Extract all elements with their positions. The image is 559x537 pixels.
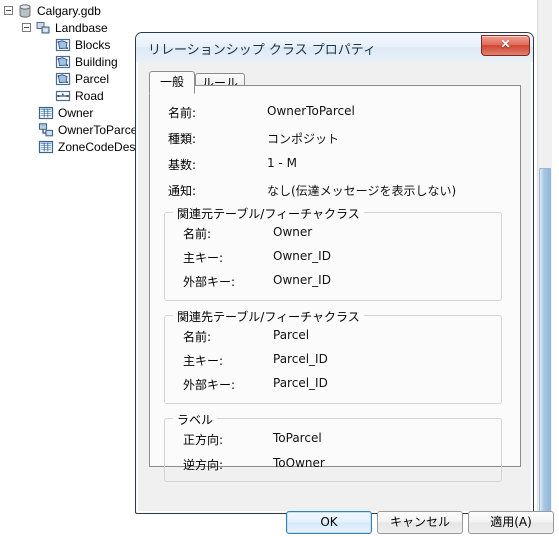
destination-label-name: 名前: [183, 330, 212, 344]
ok-button[interactable]: OK [286, 511, 372, 534]
origin-label-foreign-key: 外部キー: [183, 275, 236, 289]
origin-table-groupbox: 関連元テーブル/フィーチャクラス 名前: Owner 主キー: Owner_ID… [164, 205, 502, 301]
tree-item-label: Calgary.gdb [37, 3, 101, 18]
destination-table-groupbox: 関連先テーブル/フィーチャクラス 名前: Parcel 主キー: Parcel_… [164, 308, 502, 404]
apply-button[interactable]: 適用(A) [468, 511, 554, 534]
label-row-backward: 逆方向: ToOwner [165, 456, 501, 474]
tab-general[interactable]: 一般 [149, 71, 195, 94]
field-row-name: 名前: OwnerToParcel [150, 104, 520, 122]
origin-value-primary-key: Owner_ID [273, 249, 331, 263]
field-value-name: OwnerToParcel [267, 104, 355, 118]
label-value-forward: ToParcel [273, 431, 322, 445]
dialog-titlebar[interactable]: リレーションシップ クラス プロパティ ✕ [136, 33, 533, 62]
field-label-type: 種類: [168, 132, 197, 146]
label-group-title: ラベル [173, 411, 218, 428]
polygon-feature-class-icon [55, 37, 71, 53]
window-vertical-scrollbar[interactable] [537, 0, 553, 522]
origin-table-group-title: 関連元テーブル/フィーチャクラス [173, 205, 364, 222]
field-row-notification: 通知: なし(伝達メッセージを表示しない) [150, 182, 520, 200]
window-right-border [552, 0, 559, 522]
field-label-notification: 通知: [168, 184, 197, 198]
field-row-type: 種類: コンポジット [150, 130, 520, 148]
tree-item-road[interactable]: Road [55, 87, 104, 104]
expander-collapse-icon[interactable] [4, 6, 13, 15]
close-glyph: ✕ [500, 37, 511, 51]
field-label-name: 名前: [168, 106, 197, 120]
origin-row-foreign-key: 外部キー: Owner_ID [165, 273, 501, 291]
field-label-cardinality: 基数: [168, 158, 197, 172]
destination-value-foreign-key: Parcel_ID [273, 376, 328, 390]
field-value-notification: なし(伝達メッセージを表示しない) [267, 184, 457, 198]
table-icon [38, 105, 54, 121]
destination-table-group-title: 関連先テーブル/フィーチャクラス [173, 308, 364, 325]
field-value-cardinality: 1 - M [267, 156, 297, 170]
origin-row-name: 名前: Owner [165, 225, 501, 243]
close-icon[interactable]: ✕ [481, 35, 530, 56]
scrollbar-thumb[interactable] [539, 168, 551, 522]
destination-row-name: 名前: Parcel [165, 328, 501, 346]
line-feature-class-icon [55, 88, 71, 104]
polygon-feature-class-icon [55, 54, 71, 70]
tree-item-landbase[interactable]: Landbase [22, 19, 108, 36]
origin-value-name: Owner [273, 225, 313, 239]
expander-collapse-icon[interactable] [22, 23, 31, 32]
destination-row-primary-key: 主キー: Parcel_ID [165, 352, 501, 370]
label-label-forward: 正方向: [183, 433, 224, 447]
dialog-title: リレーションシップ クラス プロパティ [148, 43, 376, 58]
destination-row-foreign-key: 外部キー: Parcel_ID [165, 376, 501, 394]
dialog-button-bar: OK キャンセル 適用(A) [143, 507, 554, 537]
tree-item-calgary-gdb[interactable]: Calgary.gdb [4, 2, 101, 19]
table-icon [38, 139, 54, 155]
field-row-cardinality: 基数: 1 - M [150, 156, 520, 174]
tree-item-building[interactable]: Building [55, 53, 118, 70]
tree-item-label: Building [75, 54, 118, 69]
origin-value-foreign-key: Owner_ID [273, 273, 331, 287]
tree-item-blocks[interactable]: Blocks [55, 36, 110, 53]
tree-item-label: Road [75, 88, 104, 103]
relationship-class-icon [38, 122, 54, 138]
tree-item-zonecodedesc[interactable]: ZoneCodeDesc [38, 138, 141, 155]
destination-value-name: Parcel [273, 328, 310, 342]
tree-item-parcel[interactable]: Parcel [55, 70, 109, 87]
destination-label-primary-key: 主キー: [183, 354, 224, 368]
dialog-content-surface: 一般 ルール 名前: OwnerToParcel 種類: コンポジット 基数: … [143, 63, 527, 507]
origin-row-primary-key: 主キー: Owner_ID [165, 249, 501, 267]
relationship-class-properties-dialog: リレーションシップ クラス プロパティ ✕ 一般 ルール 名前: OwnerTo… [135, 32, 554, 534]
origin-label-primary-key: 主キー: [183, 251, 224, 265]
destination-label-foreign-key: 外部キー: [183, 378, 236, 392]
tree-item-label: Blocks [75, 37, 111, 52]
polygon-feature-class-icon [55, 71, 71, 87]
tree-item-label: ZoneCodeDesc [58, 139, 142, 154]
tree-item-label: Owner [58, 105, 94, 120]
field-value-type: コンポジット [267, 132, 340, 146]
tree-item-owner[interactable]: Owner [38, 104, 93, 121]
feature-dataset-icon [35, 20, 51, 36]
label-groupbox: ラベル 正方向: ToParcel 逆方向: ToOwner [164, 411, 502, 482]
tree-item-label: OwnerToParcel [58, 122, 141, 137]
tab-page-general: 名前: OwnerToParcel 種類: コンポジット 基数: 1 - M 通… [149, 85, 521, 482]
label-row-forward: 正方向: ToParcel [165, 431, 501, 449]
geodatabase-icon [17, 3, 33, 19]
label-value-backward: ToOwner [273, 456, 325, 470]
destination-value-primary-key: Parcel_ID [273, 352, 328, 366]
label-label-backward: 逆方向: [183, 458, 224, 472]
tree-item-label: Parcel [75, 71, 110, 86]
tree-item-ownertoparcel[interactable]: OwnerToParcel [38, 121, 140, 138]
origin-label-name: 名前: [183, 227, 212, 241]
tree-item-label: Landbase [55, 20, 108, 35]
cancel-button[interactable]: キャンセル [377, 511, 463, 534]
